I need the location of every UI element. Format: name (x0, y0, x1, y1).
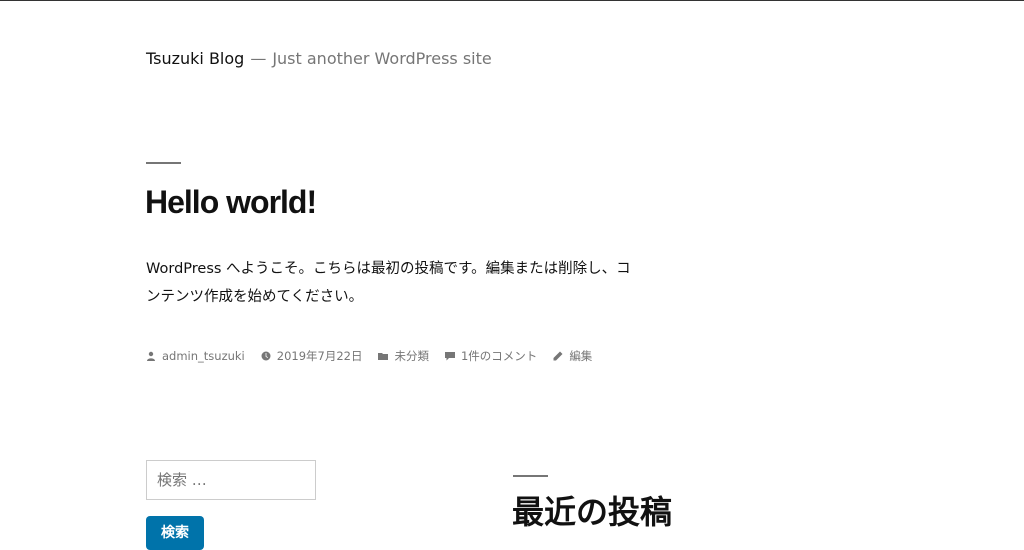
widget-title-rule (513, 475, 548, 477)
site-header: Tsuzuki Blog — Just another WordPress site (146, 48, 492, 70)
post-meta: admin_tsuzuki 2019年7月22日 未分類 1件のコメント 編集 (146, 347, 608, 365)
author-link[interactable]: admin_tsuzuki (162, 347, 245, 365)
post-content: WordPress へようこそ。こちらは最初の投稿です。編集または削除し、コンテ… (146, 261, 631, 305)
post-title[interactable]: Hello world! (145, 180, 317, 224)
site-description: Just another WordPress site (272, 49, 492, 68)
site-title[interactable]: Tsuzuki Blog (146, 49, 244, 68)
meta-edit: 編集 (553, 347, 592, 365)
entry-title-rule (146, 162, 181, 164)
meta-date: 2019年7月22日 (261, 347, 363, 365)
person-icon (147, 351, 155, 361)
clock-icon (261, 351, 271, 361)
search-input[interactable] (146, 460, 316, 500)
meta-author: admin_tsuzuki (146, 347, 245, 365)
recent-posts-title: 最近の投稿 (512, 493, 673, 531)
meta-category: 未分類 (378, 347, 429, 365)
top-border (0, 0, 1024, 1)
pencil-icon (553, 351, 563, 361)
category-link[interactable]: 未分類 (394, 347, 429, 365)
folder-icon (378, 353, 389, 360)
edit-link[interactable]: 編集 (569, 347, 592, 365)
site-separator: — (250, 49, 267, 68)
comment-icon (444, 352, 455, 361)
meta-comments: 1件のコメント (444, 347, 537, 365)
search-button[interactable]: 検索 (146, 516, 204, 550)
comments-link[interactable]: 1件のコメント (461, 347, 537, 365)
date-link[interactable]: 2019年7月22日 (277, 347, 363, 365)
